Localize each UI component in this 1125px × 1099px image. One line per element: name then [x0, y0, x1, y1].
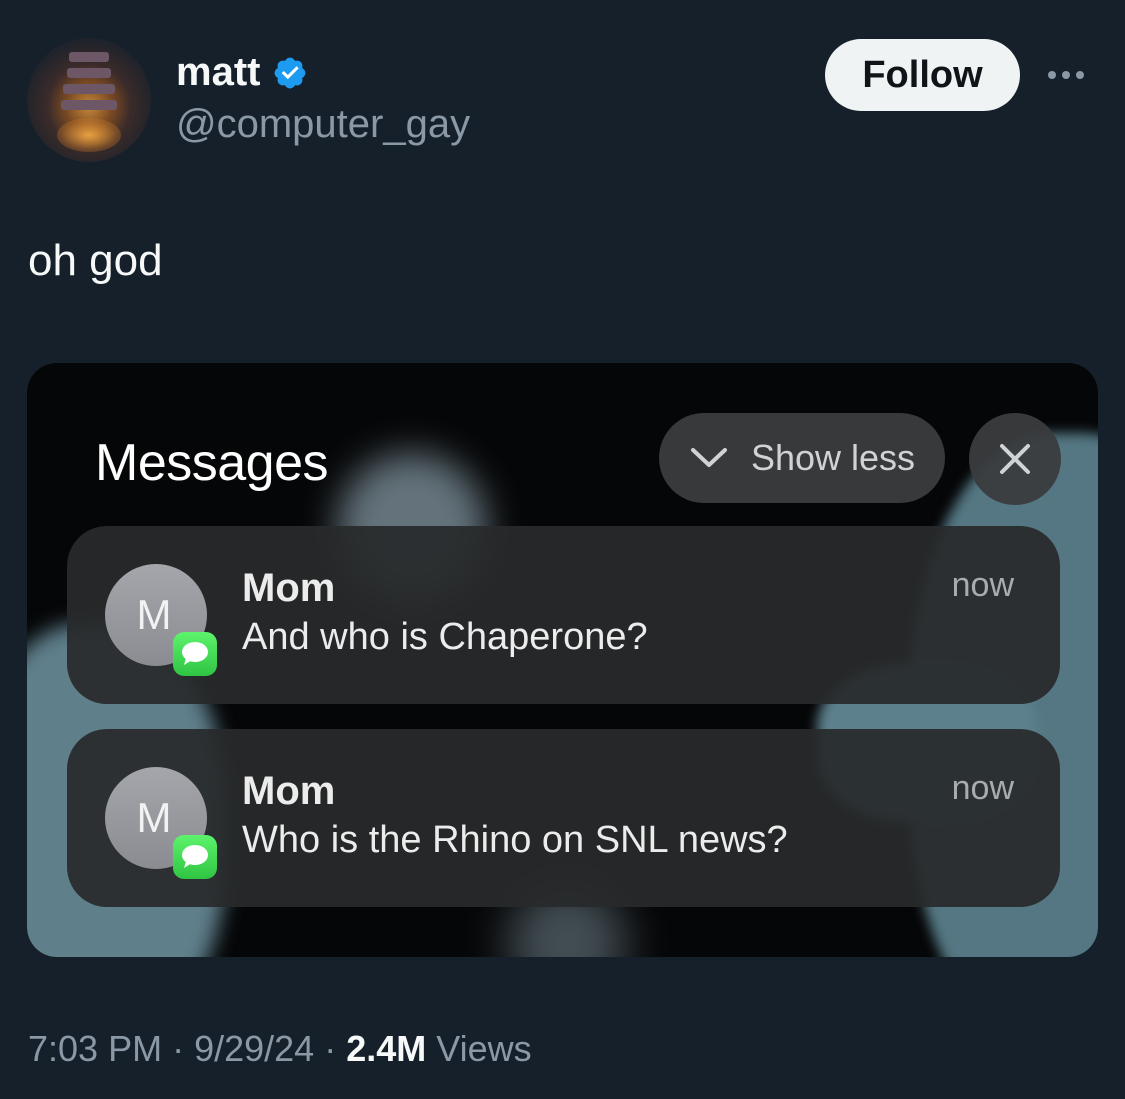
- notification-time: now: [951, 566, 1014, 604]
- notification-card: M Mom And who is Chaperone? now: [67, 526, 1060, 704]
- author-handle[interactable]: @computer_gay: [176, 102, 470, 147]
- tweet-media-image[interactable]: Messages Show less M Mom And who is Chap…: [27, 363, 1098, 957]
- views-count: 2.4M: [346, 1028, 427, 1069]
- tweet: matt @computer_gay Follow oh god Message…: [0, 0, 1125, 1099]
- messages-app-icon: [173, 835, 217, 879]
- author-name[interactable]: matt: [176, 50, 260, 95]
- notification-group-title: Messages: [95, 434, 329, 492]
- verified-badge-icon: [275, 57, 306, 88]
- tweet-text: oh god: [28, 236, 163, 285]
- follow-button[interactable]: Follow: [825, 39, 1020, 111]
- tweet-metadata: 7:03 PM · 9/29/24 · 2.4M Views: [28, 1028, 532, 1070]
- more-horizontal-icon[interactable]: [1048, 60, 1094, 90]
- messages-app-icon: [173, 632, 217, 676]
- author-avatar[interactable]: [27, 38, 151, 162]
- tweet-date[interactable]: 9/29/24: [194, 1028, 314, 1070]
- meta-separator: ·: [324, 1028, 337, 1069]
- close-notifications-button: [969, 413, 1061, 505]
- notification-time: now: [951, 769, 1014, 807]
- notification-message: And who is Chaperone?: [242, 616, 648, 658]
- author-name-row[interactable]: matt: [176, 50, 308, 95]
- tweet-time[interactable]: 7:03 PM: [28, 1028, 162, 1070]
- show-less-label: Show less: [750, 437, 916, 478]
- show-less-button: Show less: [659, 413, 945, 503]
- notification-message: Who is the Rhino on SNL news?: [242, 819, 788, 861]
- close-icon: [1000, 444, 1030, 474]
- views-label: Views: [436, 1028, 532, 1069]
- notification-card: M Mom Who is the Rhino on SNL news? now: [67, 729, 1060, 907]
- notification-sender: Mom: [242, 769, 336, 813]
- notification-sender: Mom: [242, 566, 336, 610]
- meta-separator: ·: [172, 1028, 185, 1069]
- chevron-down-icon: [690, 448, 727, 467]
